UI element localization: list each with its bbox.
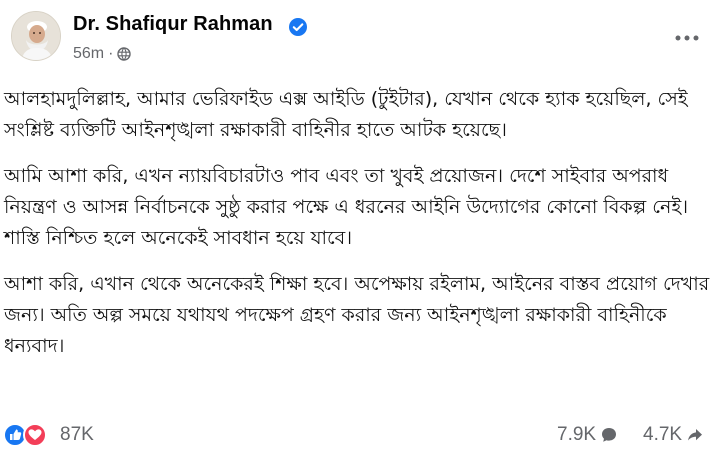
share-icon — [688, 429, 703, 441]
more-options-icon[interactable] — [674, 30, 700, 46]
share-count-group[interactable]: 4.7K — [643, 424, 704, 446]
share-count: 4.7K — [643, 424, 683, 445]
post-header: Dr. Shafiqur Rahman 56m · — [0, 0, 720, 78]
love-icon — [23, 423, 47, 447]
like-icon — [3, 423, 27, 447]
comment-count: 7.9K — [557, 424, 597, 445]
globe-icon — [117, 47, 132, 61]
post-paragraph-2: আমি আশা করি, এখন ন্যায়বিচারটাও পাব এবং … — [4, 165, 689, 249]
facebook-post: Dr. Shafiqur Rahman 56m · আলহামদুলিল্লাহ… — [0, 0, 720, 466]
post-body: আলহামদুলিল্লাহ, আমার ভেরিফাইড এক্স আইডি … — [0, 84, 720, 377]
post-paragraph-1: আলহামদুলিল্লাহ, আমার ভেরিফাইড এক্স আইডি … — [4, 88, 688, 141]
post-engagement-bar: 87K 7.9K 4.7K — [0, 418, 720, 452]
post-paragraph-3: আশা করি, এখান থেকে অনেকেরই শিক্ষা হবে। অ… — [4, 273, 710, 357]
verified-badge-icon — [289, 18, 307, 36]
author-name[interactable]: Dr. Shafiqur Rahman — [73, 13, 273, 36]
post-meta: 56m · — [73, 44, 132, 64]
meta-separator: · — [108, 45, 114, 62]
author-avatar[interactable] — [11, 11, 61, 61]
reaction-count[interactable]: 87K — [60, 424, 94, 446]
comment-count-group[interactable]: 7.9K — [557, 424, 618, 446]
post-time[interactable]: 56m — [73, 45, 104, 63]
comment-icon — [602, 428, 617, 442]
reaction-icons[interactable] — [2, 422, 54, 448]
